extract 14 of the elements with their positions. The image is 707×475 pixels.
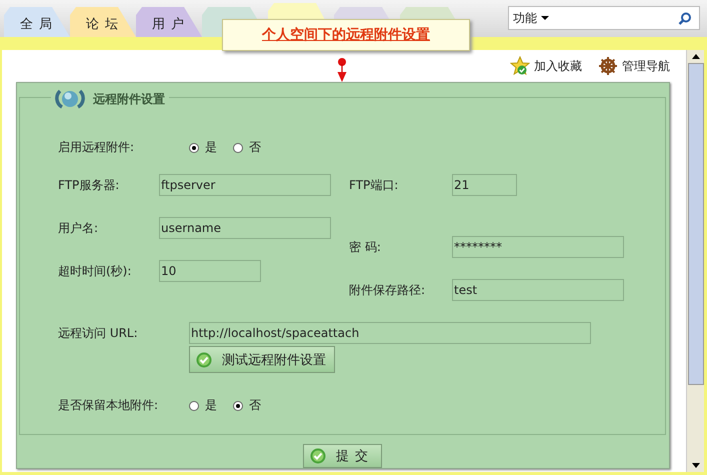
radio-label: 否 <box>249 397 261 414</box>
field-label: 远程访问 URL: <box>58 325 139 342</box>
radio-label: 否 <box>249 139 261 156</box>
field-label: FTP端口: <box>349 177 400 194</box>
field-label: 密 码: <box>349 239 382 256</box>
field-label: 超时时间(秒): <box>58 263 132 280</box>
field-label: FTP服务器: <box>58 177 120 194</box>
radio-label: 是 <box>205 139 217 156</box>
field-label: 附件保存路径: <box>349 282 426 299</box>
field-label: 用户名: <box>58 220 100 237</box>
field-label: 是否保留本地附件: <box>58 397 160 414</box>
panel-title: 远程附件设置 <box>93 90 165 108</box>
radio-label: 是 <box>205 397 217 414</box>
field-label: 启用远程附件: <box>58 139 136 156</box>
